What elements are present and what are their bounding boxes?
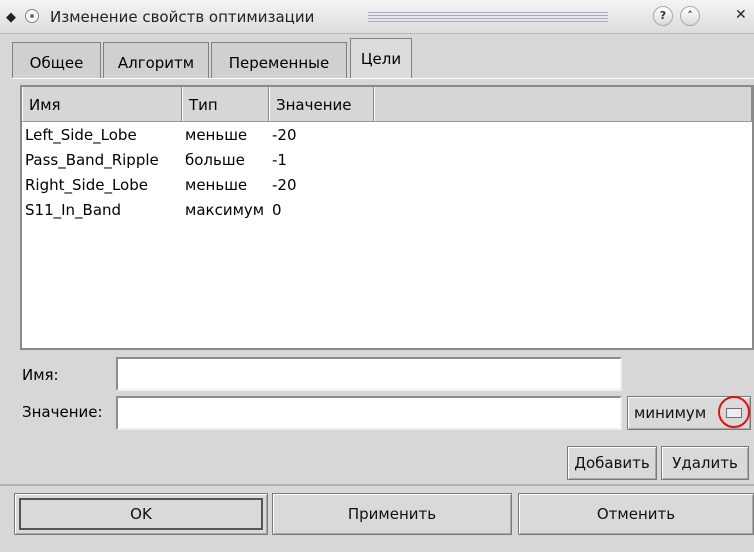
title-bar: ◆ Изменение свойств оптимизации ? ˄ ✕	[0, 0, 754, 34]
tab-algorithm[interactable]: Алгоритм	[103, 42, 209, 78]
cell-name: Left_Side_Lobe	[25, 126, 137, 144]
tab-variables[interactable]: Переменные	[211, 42, 347, 78]
table-row[interactable]: S11_In_Band максимум 0	[22, 198, 752, 223]
tab-general[interactable]: Общее	[12, 42, 101, 78]
value-input[interactable]	[116, 396, 622, 430]
add-button[interactable]: Добавить	[567, 446, 657, 480]
column-header-filler	[374, 87, 752, 121]
window-title: Изменение свойств оптимизации	[50, 8, 315, 26]
table-body: Left_Side_Lobe меньше -20 Pass_Band_Ripp…	[22, 123, 752, 223]
cell-type: меньше	[185, 176, 248, 194]
tab-label: Цели	[360, 50, 402, 68]
title-decoration	[368, 12, 608, 22]
shade-icon[interactable]: ˄	[680, 6, 700, 26]
cell-name: S11_In_Band	[25, 201, 122, 219]
cell-value: 0	[272, 201, 282, 219]
goals-table[interactable]: Имя Тип Значение Left_Side_Lobe меньше -…	[20, 85, 754, 350]
tab-label: Общее	[29, 54, 84, 72]
name-input[interactable]	[116, 357, 622, 391]
menu-dot-icon[interactable]	[25, 9, 39, 23]
tab-label: Алгоритм	[117, 54, 195, 72]
value-label: Значение:	[22, 403, 103, 421]
apply-button[interactable]: Применить	[272, 493, 512, 535]
cell-name: Pass_Band_Ripple	[25, 151, 159, 169]
cell-type: больше	[185, 151, 245, 169]
cell-value: -1	[272, 151, 287, 169]
app-icon[interactable]: ◆	[6, 10, 16, 25]
cell-value: -20	[272, 126, 297, 144]
table-row[interactable]: Left_Side_Lobe меньше -20	[22, 123, 752, 148]
cell-type: меньше	[185, 126, 248, 144]
table-header: Имя Тип Значение	[22, 87, 752, 122]
column-header-value[interactable]: Значение	[269, 87, 374, 121]
tab-panel-border	[12, 78, 754, 79]
column-header-type[interactable]: Тип	[182, 87, 269, 121]
type-select-value: минимум	[634, 404, 707, 422]
column-header-name[interactable]: Имя	[22, 87, 182, 121]
tab-label: Переменные	[228, 54, 330, 72]
tab-goals[interactable]: Цели	[350, 38, 412, 78]
delete-button[interactable]: Удалить	[661, 446, 749, 480]
help-icon[interactable]: ?	[653, 6, 673, 26]
table-row[interactable]: Right_Side_Lobe меньше -20	[22, 173, 752, 198]
cell-name: Right_Side_Lobe	[25, 176, 148, 194]
ok-button[interactable]: OK	[14, 493, 268, 535]
close-icon[interactable]: ✕	[735, 7, 747, 23]
table-row[interactable]: Pass_Band_Ripple больше -1	[22, 148, 752, 173]
cancel-button[interactable]: Отменить	[518, 493, 754, 535]
highlight-circle	[718, 396, 750, 428]
name-label: Имя:	[22, 366, 59, 384]
ok-label: OK	[130, 505, 152, 523]
cell-type: максимум	[185, 201, 265, 219]
cell-value: -20	[272, 176, 297, 194]
footer-separator	[0, 484, 754, 486]
